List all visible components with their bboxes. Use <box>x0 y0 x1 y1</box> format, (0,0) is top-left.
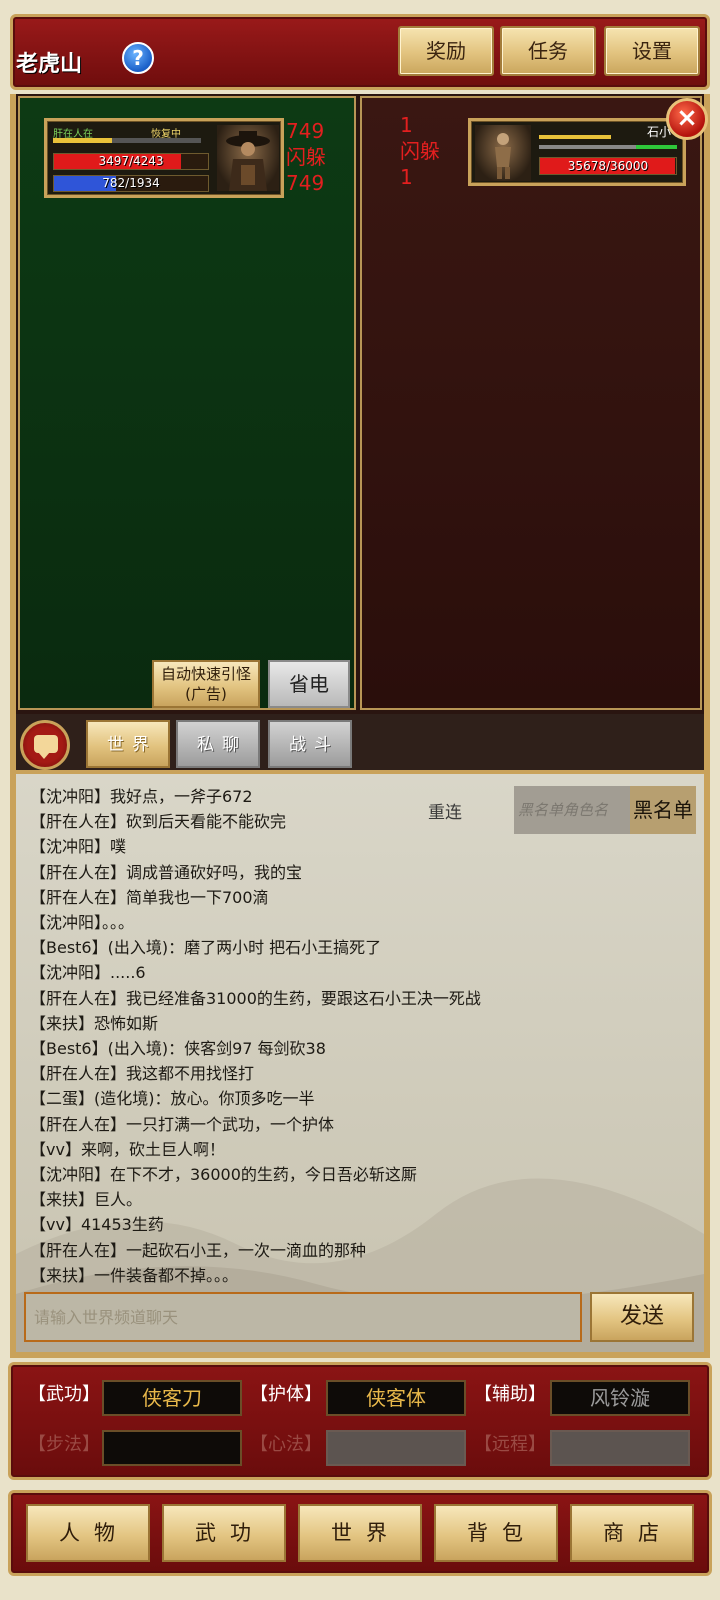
player-exp-bar <box>53 138 201 143</box>
player-float-1: 749 <box>286 119 325 143</box>
chat-message: 【肝在人在】调成普通砍好吗，我的宝 <box>30 862 303 882</box>
power-save-button[interactable]: 省电 <box>268 660 350 708</box>
player-float-3: 749 <box>286 171 325 195</box>
xinfa-slot[interactable] <box>326 1430 466 1466</box>
chat-message: 【肝在人在】一只打满一个武功，一个护体 <box>30 1114 335 1134</box>
enemy-float-1: 1 <box>400 113 413 137</box>
huti-label: 【护体】 <box>250 1384 322 1405</box>
chat-message: 【来扶】恐怖如斯 <box>30 1013 159 1033</box>
enemy-portrait <box>475 125 531 181</box>
world-chat-input[interactable] <box>24 1292 582 1342</box>
chat-message: 【沈冲阳】在下不才，36000的生药，今日吾必斩这厮 <box>30 1165 417 1185</box>
player-mp-bar: 782/1934 <box>53 175 209 192</box>
chat-message: 【Best6】(出入境)：侠客剑97 每剑砍38 <box>30 1039 326 1059</box>
enemy-mp-bar <box>539 145 677 149</box>
auto-lure-ad-label: (广告) <box>185 685 227 703</box>
chat-message: 【vv】来啊，砍土巨人啊！ <box>30 1139 225 1159</box>
close-icon[interactable]: × <box>666 98 708 140</box>
enemy-float-3: 1 <box>400 165 413 189</box>
chat-bubble-icon[interactable] <box>20 720 70 770</box>
nav-martial-button[interactable]: 武功 <box>162 1504 286 1562</box>
blacklist-name-input[interactable] <box>514 786 630 834</box>
huti-slot[interactable]: 侠客体 <box>326 1380 466 1416</box>
auto-lure-label: 自动快速引怪 <box>160 665 251 683</box>
location-title: 老虎山 <box>16 52 83 77</box>
blacklist-button[interactable]: 黑名单 <box>630 786 696 834</box>
wugong-slot[interactable]: 侠客刀 <box>102 1380 242 1416</box>
auto-lure-ad-button[interactable]: 自动快速引怪 (广告) <box>152 660 260 708</box>
enemy-float-numbers: 1 闪躲 1 <box>400 112 440 190</box>
tab-private[interactable]: 私聊 <box>176 720 260 768</box>
player-hp-text: 3497/4243 <box>98 154 164 168</box>
enemy-exp-bar <box>539 135 611 139</box>
chat-message: 【vv】41453生药 <box>30 1215 164 1235</box>
chat-message: 【沈冲阳】.....6 <box>30 963 146 983</box>
bufa-label: 【步法】 <box>28 1434 100 1455</box>
enemy-float-2: 闪躲 <box>400 139 440 163</box>
player-portrait <box>217 125 279 191</box>
chat-message: 【肝在人在】我已经准备31000的生药，要跟这石小王决一死战 <box>30 988 481 1008</box>
nav-shop-button[interactable]: 商店 <box>570 1504 694 1562</box>
reconnect-button[interactable]: 重连 <box>428 798 462 823</box>
yuancheng-slot[interactable] <box>550 1430 690 1466</box>
xinfa-label: 【心法】 <box>250 1434 322 1455</box>
player-mp-text: 782/1934 <box>102 176 160 190</box>
wugong-label: 【武功】 <box>28 1384 100 1405</box>
player-hp-bar: 3497/4243 <box>53 153 209 170</box>
fuzhu-slot[interactable]: 风铃漩 <box>550 1380 690 1416</box>
chat-message: 【沈冲阳】。。。 <box>30 913 135 933</box>
player-unit-card[interactable]: 肝在人在 恢复中 3497/4243 782/1934 <box>44 118 284 198</box>
enemy-unit-card[interactable]: 石小 35678/36000 <box>468 118 686 186</box>
enemy-hp-bar: 35678/36000 <box>539 157 677 175</box>
nav-character-button[interactable]: 人物 <box>26 1504 150 1562</box>
chat-message: 【肝在人在】砍到后天看能不能砍完 <box>30 812 287 832</box>
fuzhu-label: 【辅助】 <box>474 1384 546 1405</box>
player-float-2: 闪躲 <box>286 145 326 169</box>
task-button[interactable]: 任务 <box>500 26 596 76</box>
chat-message-list: 【沈冲阳】我好点，一斧子672 【肝在人在】砍到后天看能不能砍完 【沈冲阳】噗 … <box>30 784 590 1288</box>
tab-combat[interactable]: 战斗 <box>268 720 352 768</box>
send-button[interactable]: 发送 <box>590 1292 694 1342</box>
chat-message: 【肝在人在】简单我也一下700滴 <box>30 887 269 907</box>
chat-message: 【Best6】(出入境)：磨了两小时 把石小王搞死了 <box>30 938 382 958</box>
chat-message: 【沈冲阳】噗 <box>30 837 127 857</box>
bufa-slot[interactable] <box>102 1430 242 1466</box>
help-icon[interactable]: ? <box>122 42 154 74</box>
enemy-hp-text: 35678/36000 <box>567 159 649 173</box>
chat-message: 【来扶】一件装备都不掉。。。 <box>30 1265 239 1285</box>
nav-bag-button[interactable]: 背包 <box>434 1504 558 1562</box>
settings-button[interactable]: 设置 <box>604 26 700 76</box>
nav-world-button[interactable]: 世界 <box>298 1504 422 1562</box>
player-float-numbers: 749 闪躲 749 <box>286 118 326 196</box>
yuancheng-label: 【远程】 <box>474 1434 546 1455</box>
chat-message: 【肝在人在】一起砍石小王，一次一滴血的那种 <box>30 1240 367 1260</box>
chat-message: 【来扶】巨人。 <box>30 1190 143 1210</box>
chat-message: 【肝在人在】我这都不用找怪打 <box>30 1064 255 1084</box>
reward-button[interactable]: 奖励 <box>398 26 494 76</box>
chat-message: 【沈冲阳】我好点，一斧子672 <box>30 787 253 806</box>
chat-message: 【二蛋】(造化境)：放心。你顶多吃一半 <box>30 1089 315 1109</box>
tab-world[interactable]: 世界 <box>86 720 170 768</box>
